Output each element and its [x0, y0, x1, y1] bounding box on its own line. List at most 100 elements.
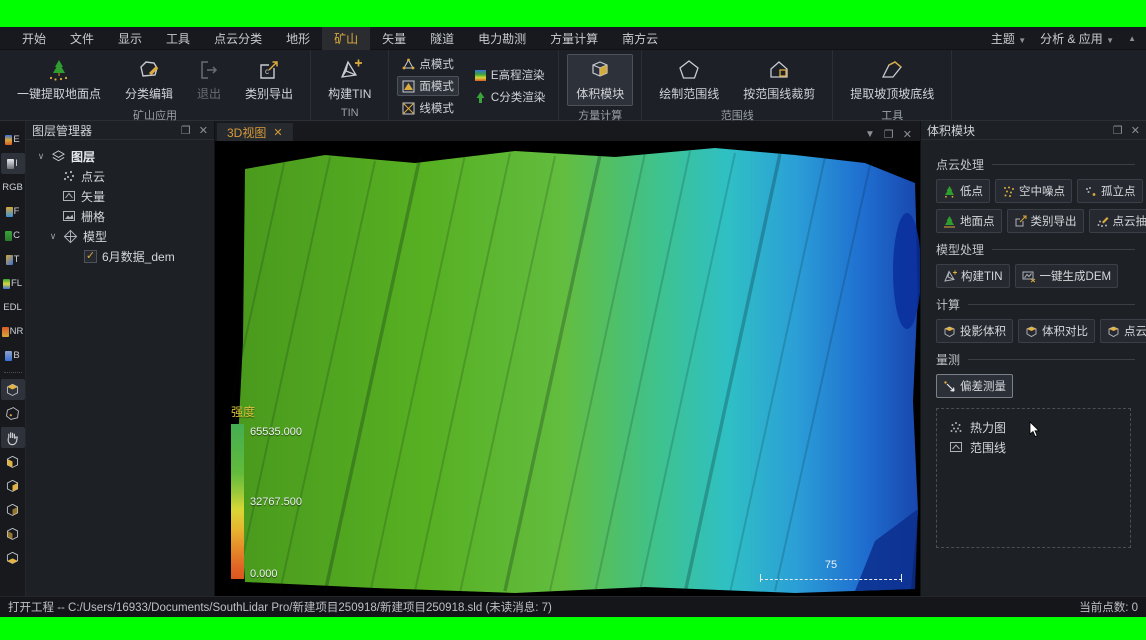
menu-terrain[interactable]: 地形 — [274, 27, 322, 50]
menu-start[interactable]: 开始 — [10, 27, 58, 50]
right-view-tool[interactable] — [1, 523, 25, 544]
bottom-view-tool[interactable] — [1, 547, 25, 568]
analysis-app-dropdown[interactable]: 分析 & 应用 ▼ — [1040, 30, 1114, 47]
chevron-down-icon[interactable]: ∨ — [36, 151, 46, 162]
clip-boundary-button[interactable]: 按范围线裁剪 — [734, 54, 824, 106]
draw-boundary-button[interactable]: 绘制范围线 — [650, 54, 728, 106]
one-click-dem-button[interactable]: 一键生成DEM — [1015, 264, 1119, 288]
float-panel-icon[interactable]: ❐ — [181, 124, 191, 137]
dem-checkbox[interactable]: ✓ — [84, 250, 97, 263]
menu-mining[interactable]: 矿山 — [322, 27, 370, 50]
elevation-render-button[interactable]: E高程渲染 — [469, 65, 550, 85]
chevron-down-icon[interactable]: ∨ — [48, 231, 58, 242]
class-render-label: C分类渲染 — [491, 89, 545, 105]
tab-3d-view-label: 3D视图 — [227, 124, 266, 141]
elevation-render-tool[interactable]: E — [1, 129, 25, 150]
menu-tools[interactable]: 工具 — [154, 27, 202, 50]
class-render-icon — [474, 91, 487, 104]
class-render-tool[interactable]: C — [1, 225, 25, 246]
time-render-tool[interactable]: T — [1, 249, 25, 270]
b-mini-icon — [5, 351, 12, 361]
line-mode-icon — [402, 102, 415, 115]
layer-model-row[interactable]: ∨ 模型 — [30, 226, 210, 246]
air-noise-button[interactable]: 空中噪点 — [995, 179, 1072, 203]
thin-pointcloud-button[interactable]: 点云抽稀 — [1089, 209, 1146, 233]
collapse-ribbon-icon[interactable]: ▲ — [1128, 34, 1136, 43]
menu-volume-calc[interactable]: 方量计算 — [538, 27, 610, 50]
view-tab-bar: 3D视图 ✕ ▼ ❐ ✕ — [215, 121, 920, 141]
layer-vector-label: 矢量 — [81, 188, 105, 205]
slope-icon — [879, 58, 905, 82]
class-export-button[interactable]: c 类别导出 — [236, 54, 302, 106]
intensity-render-tool[interactable]: I — [1, 153, 25, 174]
extract-slope-label: 提取坡顶坡底线 — [850, 85, 934, 102]
classify-edit-button[interactable]: 分类编辑 — [116, 54, 182, 106]
menu-pointcloud-classify[interactable]: 点云分类 — [202, 27, 274, 50]
export-icon: c — [257, 58, 281, 82]
class-export-label: 类别导出 — [245, 85, 293, 102]
extract-ground-label: 一键提取地面点 — [17, 85, 101, 102]
layer-raster-row[interactable]: 栅格 — [30, 206, 210, 226]
layer-root-row[interactable]: ∨ 图层 — [30, 146, 210, 166]
menu-tunnel[interactable]: 隧道 — [418, 27, 466, 50]
top-view-tool[interactable] — [1, 379, 25, 400]
back-view-tool[interactable] — [1, 475, 25, 496]
volume-compare-button[interactable]: 体积对比 — [1018, 319, 1095, 343]
pan-tool[interactable] — [1, 427, 25, 448]
class-export-panel-button[interactable]: 类别导出 — [1007, 209, 1084, 233]
isolated-point-button[interactable]: 孤立点 — [1077, 179, 1143, 203]
projected-volume-button[interactable]: 投影体积 — [936, 319, 1013, 343]
ground-point-button[interactable]: 地面点 — [936, 209, 1002, 233]
layers-icon — [51, 149, 66, 164]
clip-boundary-label: 按范围线裁剪 — [743, 85, 815, 102]
tin-build-icon — [337, 58, 363, 82]
class-render-button[interactable]: C分类渲染 — [469, 87, 550, 107]
close-panel-icon[interactable]: ✕ — [1131, 124, 1140, 137]
volume-module-button[interactable]: 体积模块 — [567, 54, 633, 106]
float-panel-icon[interactable]: ❐ — [1113, 124, 1123, 137]
b-render-tool[interactable]: B — [1, 345, 25, 366]
point-mode-button[interactable]: 点模式 — [397, 54, 459, 74]
menu-south-cloud[interactable]: 南方云 — [610, 27, 670, 50]
screen-bottom-border — [0, 617, 1146, 640]
low-point-button[interactable]: 低点 — [936, 179, 990, 203]
section-calc-label: 计算 — [936, 296, 960, 313]
tab-list-dropdown-icon[interactable]: ▼ — [865, 129, 875, 140]
close-view-icon[interactable]: ✕ — [903, 128, 912, 141]
layer-pointcloud-row[interactable]: 点云 — [30, 166, 210, 186]
polygon-pencil-icon — [137, 58, 161, 82]
menu-vector[interactable]: 矢量 — [370, 27, 418, 50]
perspective-view-tool[interactable] — [1, 403, 25, 424]
extract-slope-button[interactable]: 提取坡顶坡底线 — [841, 54, 943, 106]
layer-vector-row[interactable]: 矢量 — [30, 186, 210, 206]
nr-render-tool[interactable]: NR — [1, 321, 25, 342]
restore-view-icon[interactable]: ❐ — [884, 128, 894, 141]
3d-viewport[interactable]: 强度 65535.000 32767.500 0.000 75 — [215, 141, 920, 596]
extract-ground-button[interactable]: 一键提取地面点 — [8, 54, 110, 106]
menu-file[interactable]: 文件 — [58, 27, 106, 50]
tab-3d-view[interactable]: 3D视图 ✕ — [217, 123, 293, 141]
hand-icon — [5, 430, 20, 446]
flight-render-tool[interactable]: F — [1, 201, 25, 222]
rgb-render-tool[interactable]: RGB — [1, 177, 25, 198]
theme-dropdown[interactable]: 主题 ▼ — [991, 30, 1026, 47]
edl-render-tool[interactable]: EDL — [1, 297, 25, 318]
tab-close-icon[interactable]: ✕ — [273, 126, 282, 139]
menu-power-survey[interactable]: 电力勘测 — [466, 27, 538, 50]
strip-divider — [4, 372, 22, 373]
section-divider — [992, 164, 1135, 165]
build-tin-panel-button[interactable]: 构建TIN — [936, 264, 1010, 288]
pointcloud-compare-button[interactable]: 点云对比 — [1100, 319, 1146, 343]
fl-render-tool[interactable]: FL — [1, 273, 25, 294]
line-mode-button[interactable]: 线模式 — [397, 98, 459, 118]
build-tin-button[interactable]: 构建TIN — [319, 54, 380, 106]
line-mode-label: 线模式 — [419, 100, 454, 116]
layer-dem-row[interactable]: ✓ 6月数据_dem — [30, 246, 210, 266]
front-view-tool[interactable] — [1, 451, 25, 472]
face-mode-button[interactable]: 面模式 — [397, 76, 459, 96]
section-divider — [968, 359, 1135, 360]
menu-display[interactable]: 显示 — [106, 27, 154, 50]
deviation-measure-button[interactable]: 偏差测量 — [936, 374, 1013, 398]
left-view-tool[interactable] — [1, 499, 25, 520]
close-panel-icon[interactable]: ✕ — [199, 124, 208, 137]
